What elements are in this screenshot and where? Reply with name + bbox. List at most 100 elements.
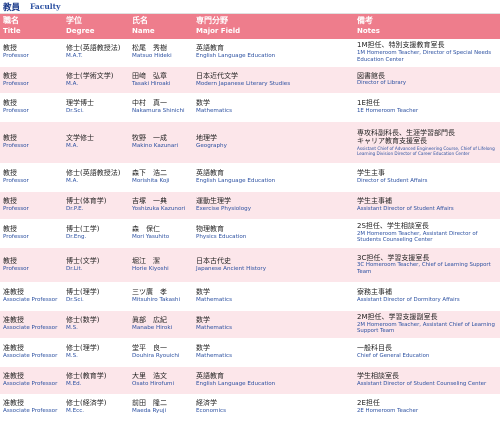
title-cell: 教授 Professor (0, 121, 63, 163)
table-row: 教授 Professor 修士(学術文学) M.A. 田﨑 弘章 Tasaki Hiroa… (0, 66, 500, 93)
field-ja: 数学 (196, 344, 210, 352)
notes-ja: 2S担任、学生相談室長 (357, 222, 429, 231)
field-cell: 日本古代史 Japanese Ancient History (193, 247, 354, 282)
notes-en: 1M Homeroom Teacher, Director of Special… (357, 49, 492, 63)
header-row: 職名 Title 学位 Degree 氏名 Name 専門分野 Major Field … (0, 14, 500, 39)
title-en: Professor (3, 80, 29, 87)
field-cell: 物理教育 Physics Education (193, 219, 354, 247)
title-ja: 准教授 (3, 288, 24, 296)
name-cell: 中村 真一 Nakamura Shinichi (129, 93, 193, 121)
title-ja: 准教授 (3, 344, 24, 352)
name-cell: 眞部 広紀 Manabe Hiroki (129, 310, 193, 338)
name-cell: 堀江 潔 Horie Kiyoshi (129, 247, 193, 282)
title-cell: 准教授 Associate Professor (0, 282, 63, 310)
title-ja: 准教授 (3, 399, 24, 407)
table-row: 准教授 Associate Professor 修士(教育学) M.Ed. 大里 浩文 O… (0, 366, 500, 394)
field-ja: 数学 (196, 99, 210, 107)
name-en: Horie Kiyoshi (132, 265, 169, 272)
title-ja: 准教授 (3, 372, 24, 380)
header-title: 職名 Title (3, 16, 21, 35)
degree-cell: 理学博士 Dr.Sci. (63, 93, 129, 121)
degree-cell: 博士(文学) Dr.Lit. (63, 247, 129, 282)
degree-en: M.S. (66, 325, 78, 331)
field-ja: 運動生理学 (196, 197, 231, 205)
field-ja: 日本近代文学 (196, 71, 238, 80)
notes-ja: 学生主事補 (357, 197, 392, 206)
field-cell: 数学 Mathematics (193, 338, 354, 366)
degree-en: M.A. (66, 143, 79, 149)
title-en: Professor (3, 234, 29, 240)
title-ja: 教授 (3, 44, 17, 53)
header-notes: 備考 Notes (357, 16, 380, 35)
title-cell: 教授 Professor (0, 66, 63, 93)
notes-cell: 2M担任、学習支援副室長 2M Homeroom Teacher, Assista… (354, 310, 500, 338)
notes-cell: 図書館長 Director of Library (354, 66, 500, 93)
name-en: Mori Yasuhito (132, 234, 170, 240)
notes-en: 2M Homeroom Teacher, Assistant Chief of … (357, 321, 495, 335)
title-en: Professor (3, 178, 29, 184)
degree-cell: 博士(理学) Dr.Sci. (63, 282, 129, 310)
title-cell: 教授 Professor (0, 93, 63, 121)
name-ja: 松尾 秀樹 (132, 44, 167, 53)
notes-ja: 1E担任 (357, 99, 380, 108)
field-cell: 日本近代文学 Modern Japanese Literary Studies (193, 66, 354, 93)
notes-ja: 3C担任、学習支援室長 (357, 253, 430, 262)
title-en: Associate Professor (3, 408, 58, 414)
degree-ja: 博士(工学) (66, 225, 100, 233)
degree-cell: 修士(理学) M.S. (63, 338, 129, 366)
degree-ja: 博士(体育学) (66, 197, 107, 205)
title-ja: 教授 (3, 71, 17, 80)
title-cell: 教授 Professor (0, 163, 63, 191)
title-cell: 准教授 Associate Professor (0, 338, 63, 366)
title-en: Associate Professor (3, 353, 58, 359)
name-ja: 田﨑 弘章 (132, 71, 167, 80)
field-en: English Language Education (196, 381, 276, 387)
title-ja: 教授 (3, 225, 17, 233)
name-ja: 眞部 広紀 (132, 316, 167, 324)
table-row: 教授 Professor 修士(英語教授法) M.A.T. 松尾 秀樹 Matsuo Hi… (0, 39, 500, 66)
notes-cell: 一般科目長 Chief of General Education (354, 338, 500, 366)
table-row: 准教授 Associate Professor 修士(数学) M.S. 眞部 広紀 Man… (0, 310, 500, 338)
name-cell: 堂平 良一 Douhira Ryouichi (129, 338, 193, 366)
table-row: 教授 Professor 博士(工学) Dr.Eng. 森 保仁 Mori Yasuhit… (0, 219, 500, 247)
field-ja: 英語教育 (196, 169, 224, 177)
notes-ja: 図書館長 (357, 71, 385, 80)
field-en: Economics (196, 408, 226, 414)
degree-ja: 修士(教育学) (66, 372, 107, 380)
degree-en: M.S. (66, 353, 78, 359)
name-en: Maeda Ryuji (132, 408, 166, 414)
name-cell: 森 保仁 Mori Yasuhito (129, 219, 193, 247)
notes-cell: 3C担任、学習支援室長 3C Homeroom Teacher, Chief of… (354, 247, 500, 282)
name-en: Nakamura Shinichi (132, 108, 185, 114)
notes-en: Chief of General Education (357, 352, 430, 359)
section-title: 教員 Faculty (0, 0, 500, 14)
degree-ja: 修士(英語教授法) (66, 44, 121, 53)
field-cell: 英語教育 English Language Education (193, 163, 354, 191)
notes-en: 3C Homeroom Teacher, Chief of Learning S… (357, 262, 491, 275)
field-ja: 経済学 (196, 399, 217, 407)
section-title-ja: 教員 (3, 2, 21, 13)
name-cell: 前田 隆二 Maeda Ryuji (129, 394, 193, 420)
title-en: Associate Professor (3, 297, 58, 303)
degree-cell: 修士(英語教授法) M.A. (63, 163, 129, 191)
field-en: Geography (196, 143, 227, 149)
degree-en: M.Ecc. (66, 408, 85, 414)
title-cell: 教授 Professor (0, 247, 63, 282)
field-ja: 数学 (196, 316, 210, 324)
name-en: Tasaki Hiroaki (132, 80, 171, 87)
notes-en: 2E Homeroom Teacher (357, 407, 419, 414)
name-ja: 前田 隆二 (132, 399, 167, 407)
name-cell: 吉塚 一典 Yoshizuka Kazunori (129, 191, 193, 219)
name-cell: 三ツ廣 孝 Mitsuhiro Takashi (129, 282, 193, 310)
field-en: Mathematics (196, 108, 233, 114)
degree-en: M.A.T. (66, 53, 83, 60)
title-ja: 教授 (3, 169, 17, 177)
table-row: 教授 Professor 博士(文学) Dr.Lit. 堀江 潔 Horie Kiyosh… (0, 247, 500, 282)
degree-en: Dr.P.E. (66, 206, 84, 212)
field-cell: 運動生理学 Exercise Physiology (193, 191, 354, 219)
degree-ja: 博士(理学) (66, 288, 100, 296)
notes-en: Assistant Director of Dormitory Affairs (357, 296, 460, 303)
degree-en: M.A. (66, 80, 79, 87)
field-en: Mathematics (196, 297, 233, 303)
notes-ja: 学生相談室長 (357, 372, 399, 381)
